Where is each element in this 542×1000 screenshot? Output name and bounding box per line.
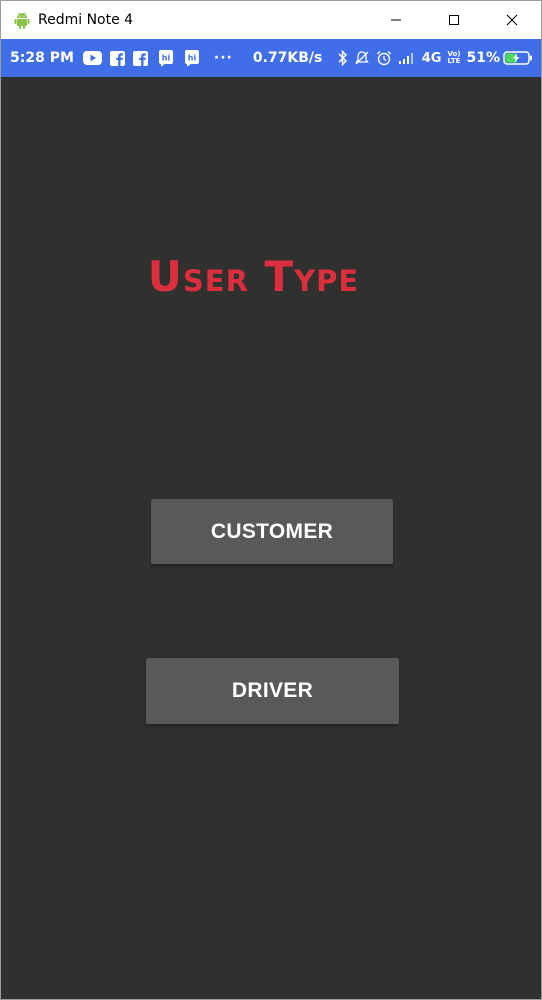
close-button[interactable] — [483, 1, 541, 39]
status-bar: 5:28 PM hi hi ··· 0.77KB/s 4G Vo) LTE 51… — [1, 39, 541, 77]
facebook-icon — [109, 50, 125, 66]
page-title: User Type — [147, 252, 360, 301]
customer-button[interactable]: CUSTOMER — [151, 499, 393, 564]
status-right-group: 4G Vo) LTE 51% — [332, 39, 533, 77]
app-screen: User Type CUSTOMER DRIVER — [1, 77, 541, 999]
signal-icon — [398, 51, 416, 65]
android-icon — [13, 11, 31, 29]
svg-text:hi: hi — [162, 54, 171, 63]
status-time: 5:28 PM — [10, 50, 74, 66]
youtube-icon — [82, 51, 102, 65]
svg-text:hi: hi — [188, 54, 197, 63]
window-titlebar: Redmi Note 4 — [1, 1, 541, 39]
facebook-icon — [132, 50, 148, 66]
minimize-icon — [391, 19, 401, 21]
network-speed: 0.77KB/s — [252, 50, 323, 66]
battery-percent: 51% — [466, 50, 500, 66]
more-notifications-icon: ··· — [213, 50, 233, 66]
window-controls — [367, 1, 541, 39]
dnd-off-icon — [354, 50, 370, 66]
maximize-button[interactable] — [425, 1, 483, 39]
network-type: 4G — [421, 50, 442, 66]
window-title: Redmi Note 4 — [38, 12, 134, 28]
hike-icon: hi — [184, 49, 200, 67]
volte-bottom-label: LTE — [447, 57, 461, 65]
emulator-window: Redmi Note 4 5:28 PM hi hi ··· 0.77KB/s … — [0, 0, 542, 1000]
bluetooth-icon — [338, 50, 348, 66]
hike-icon: hi — [158, 49, 174, 67]
maximize-icon — [449, 15, 459, 25]
alarm-icon — [376, 50, 392, 66]
battery-charging-icon — [503, 51, 533, 65]
minimize-button[interactable] — [367, 1, 425, 39]
volte-badge: Vo) LTE — [447, 51, 460, 65]
close-icon — [506, 14, 518, 26]
driver-button[interactable]: DRIVER — [146, 658, 399, 724]
